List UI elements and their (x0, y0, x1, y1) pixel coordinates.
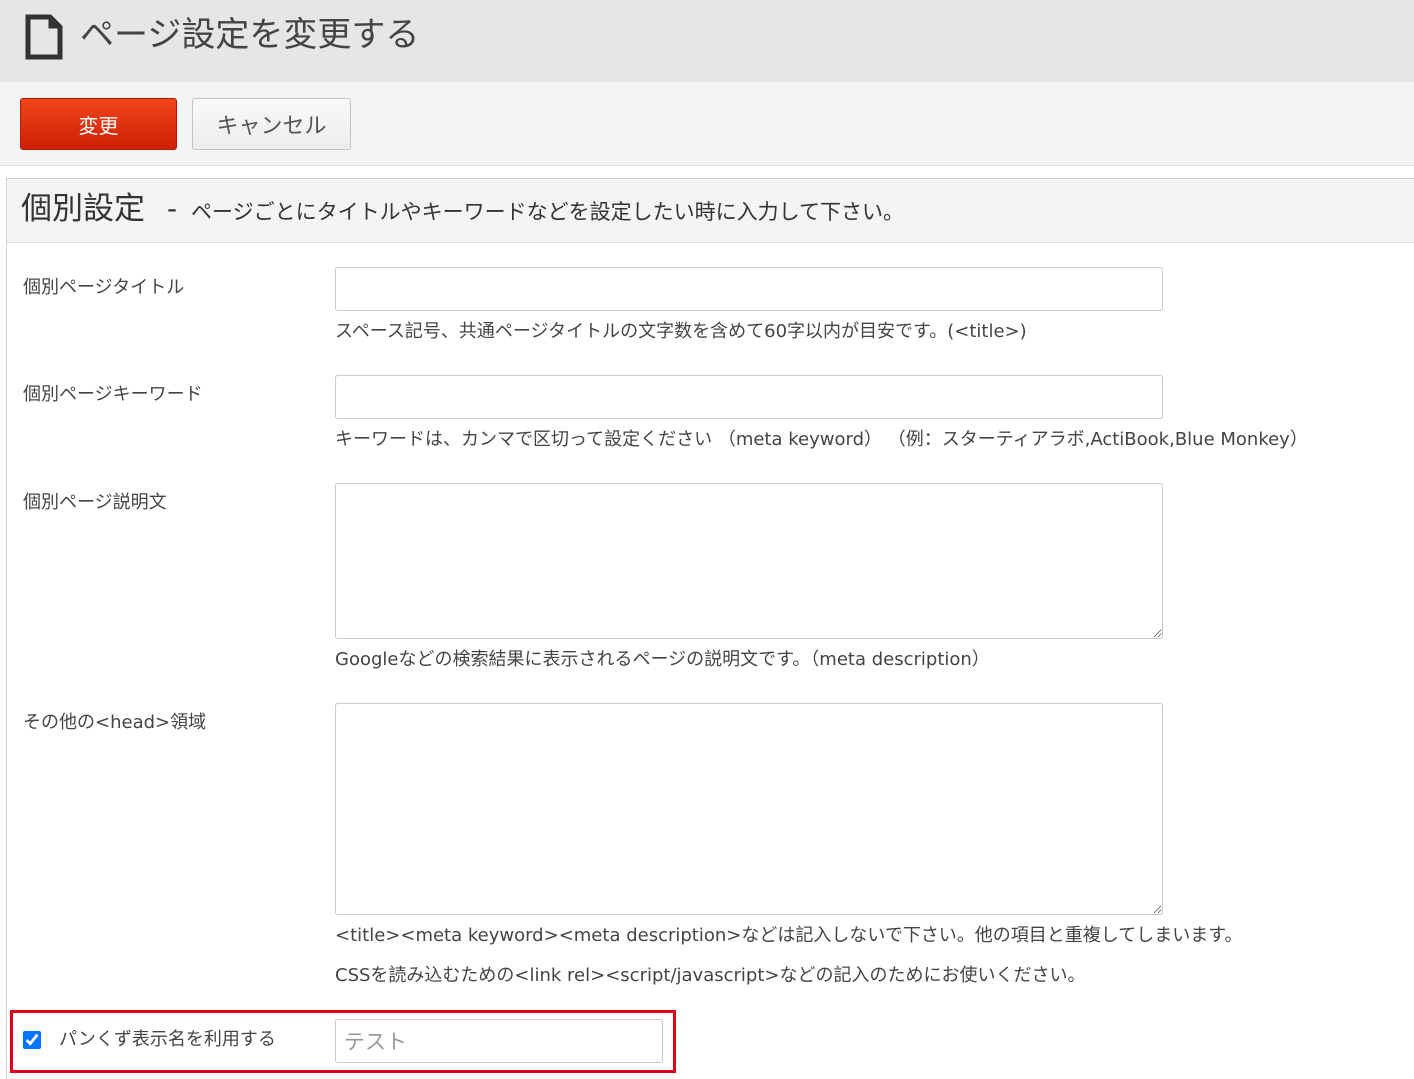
page-description-textarea[interactable] (335, 483, 1163, 639)
panel-header: 個別設定 - ページごとにタイトルやキーワードなどを設定したい時に入力して下さい… (7, 179, 1414, 243)
breadcrumb-name-input[interactable] (335, 1019, 663, 1063)
page-title-input[interactable] (335, 267, 1163, 311)
page-title: ページ設定を変更する (80, 15, 420, 55)
breadcrumb-label[interactable]: パンくず表示名を利用する (59, 1027, 276, 1053)
section-description: ページごとにタイトルやキーワードなどを設定したい時に入力して下さい。 (191, 200, 904, 224)
action-toolbar: 変更 キャンセル (0, 82, 1414, 166)
head-area-textarea[interactable] (335, 703, 1163, 915)
page-keywords-label: 個別ページキーワード (23, 384, 203, 405)
head-area-help-1: <title><meta keyword><meta description>な… (335, 925, 1243, 946)
page-description-label: 個別ページ説明文 (23, 492, 167, 513)
head-area-help-2: CSSを読み込むための<link rel><script/javascript>… (335, 965, 1086, 986)
section-separator: - (167, 192, 178, 225)
cancel-button[interactable]: キャンセル (192, 98, 351, 150)
individual-settings-panel: 個別設定 - ページごとにタイトルやキーワードなどを設定したい時に入力して下さい… (6, 178, 1414, 1079)
page-title-label: 個別ページタイトル (23, 277, 185, 298)
page-header: ページ設定を変更する (0, 0, 1414, 82)
change-button[interactable]: 変更 (20, 98, 177, 150)
page-description-help: Googleなどの検索結果に表示されるページの説明文です。（meta descr… (335, 649, 990, 670)
page-title-help: スペース記号、共通ページタイトルの文字数を含めて60字以内が目安です。(<tit… (335, 321, 1027, 342)
breadcrumb-checkbox[interactable] (23, 1031, 41, 1049)
section-title: 個別設定 (21, 191, 145, 227)
document-icon (25, 14, 63, 60)
page-keywords-help: キーワードは、カンマで区切って設定ください （meta keyword） （例：… (335, 429, 1308, 450)
page-keywords-input[interactable] (335, 375, 1163, 419)
head-area-label: その他の<head>領域 (23, 712, 207, 733)
